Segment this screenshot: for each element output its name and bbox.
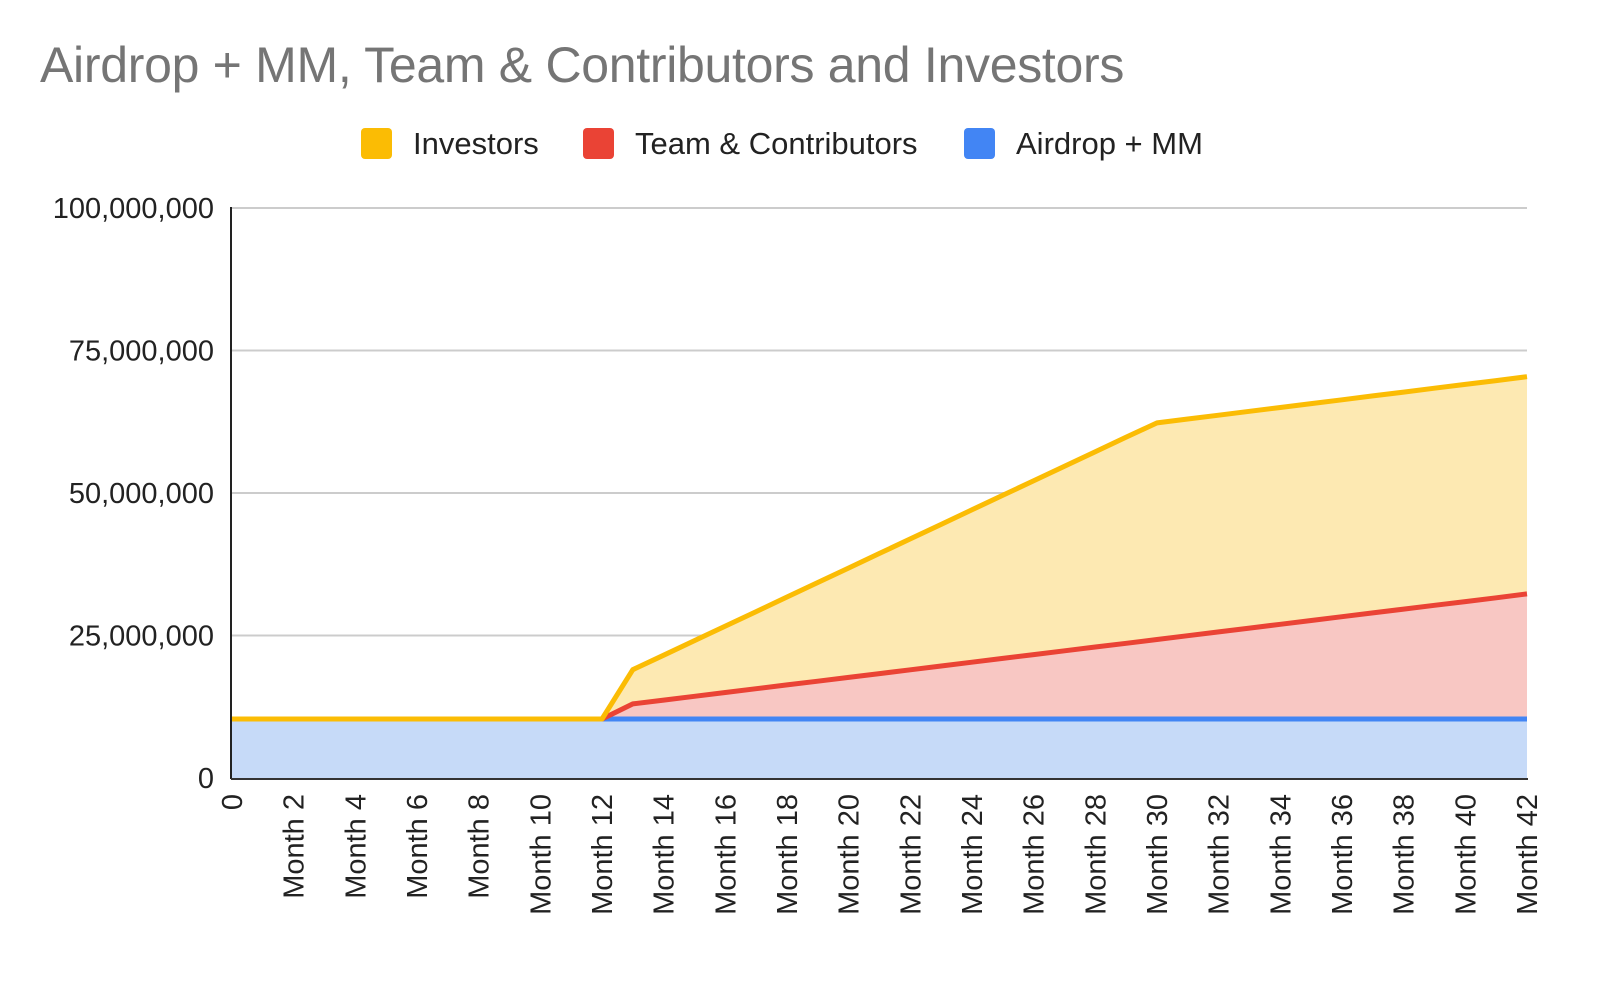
x-tick-label: Month 34 bbox=[1265, 794, 1297, 915]
y-tick-label: 50,000,000 bbox=[69, 478, 214, 510]
legend: Investors Team & Contributors Airdrop + … bbox=[361, 126, 1203, 161]
y-tick-label: 0 bbox=[198, 763, 214, 795]
legend-label-airdrop-mm: Airdrop + MM bbox=[1016, 126, 1203, 161]
legend-label-investors: Investors bbox=[413, 126, 539, 161]
legend-swatch-airdrop-mm bbox=[964, 128, 995, 159]
area-airdrop-mm bbox=[232, 719, 1527, 778]
x-tick-label: Month 8 bbox=[464, 794, 496, 899]
x-tick-label: Month 12 bbox=[587, 794, 619, 915]
x-tick-label: Month 32 bbox=[1204, 794, 1236, 915]
legend-label-team-contributors: Team & Contributors bbox=[635, 126, 918, 161]
y-tick-label: 25,000,000 bbox=[69, 621, 214, 653]
y-tick-labels: 0 25,000,000 50,000,000 75,000,000 100,000,0… bbox=[53, 193, 214, 795]
x-tick-label: Month 16 bbox=[710, 794, 742, 915]
legend-swatch-team-contributors bbox=[583, 128, 614, 159]
x-tick-label: Month 38 bbox=[1389, 794, 1421, 915]
x-tick-labels: 0 Month 2 Month 4 Month 6 Month 8 Month 10 Mon… bbox=[217, 794, 1544, 915]
x-tick-label: Month 20 bbox=[834, 794, 866, 915]
x-tick-label: Month 6 bbox=[402, 794, 434, 899]
stacked-area-chart: Investors Team & Contributors Airdrop + … bbox=[53, 126, 1544, 915]
x-tick-label: Month 22 bbox=[895, 794, 927, 915]
x-tick-label: Month 26 bbox=[1019, 794, 1051, 915]
legend-swatch-investors bbox=[361, 128, 392, 159]
legend-item-airdrop-mm[interactable]: Airdrop + MM bbox=[964, 126, 1203, 161]
x-tick-label: Month 4 bbox=[340, 794, 372, 899]
x-tick-label: Month 36 bbox=[1327, 794, 1359, 915]
x-tick-label: Month 28 bbox=[1080, 794, 1112, 915]
x-tick-label: 0 bbox=[217, 794, 249, 810]
x-tick-label: Month 18 bbox=[772, 794, 804, 915]
x-tick-label: Month 10 bbox=[525, 794, 557, 915]
x-tick-label: Month 14 bbox=[649, 794, 681, 915]
x-tick-label: Month 24 bbox=[957, 794, 989, 915]
x-tick-label: Month 2 bbox=[279, 794, 311, 899]
y-tick-label: 75,000,000 bbox=[69, 336, 214, 368]
x-tick-label: Month 30 bbox=[1142, 794, 1174, 915]
legend-item-investors[interactable]: Investors bbox=[361, 126, 539, 161]
x-tick-label: Month 42 bbox=[1512, 794, 1544, 915]
y-tick-label: 100,000,000 bbox=[53, 193, 214, 225]
x-tick-label: Month 40 bbox=[1450, 794, 1482, 915]
legend-item-team-contributors[interactable]: Team & Contributors bbox=[583, 126, 918, 161]
